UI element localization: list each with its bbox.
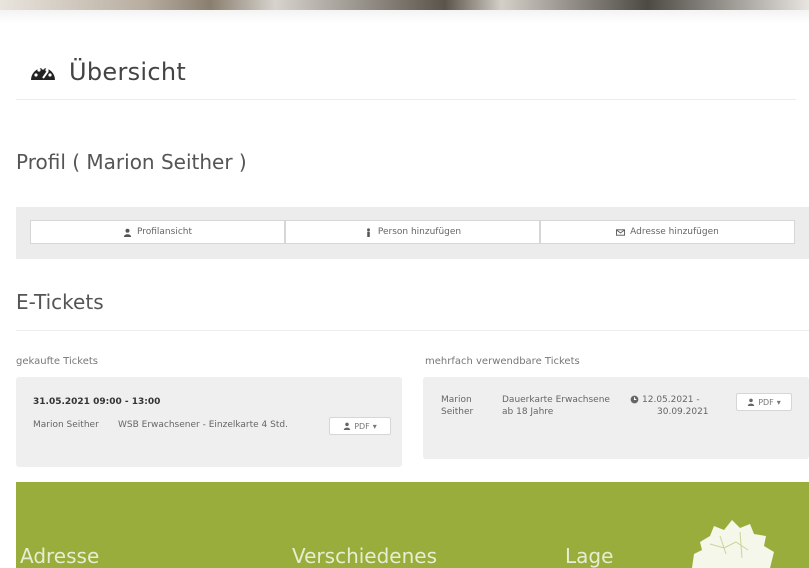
bought-tickets-title: gekaufte Tickets [16, 356, 98, 367]
clock-icon [630, 395, 639, 404]
add-address-button[interactable]: Adresse hinzufügen [540, 220, 795, 244]
user-icon [747, 398, 755, 406]
add-person-button[interactable]: Person hinzufügen [285, 220, 540, 244]
etickets-heading: E-Tickets [16, 290, 104, 314]
footer-misc-heading: Verschiedenes [292, 544, 438, 568]
address-card-icon [616, 228, 626, 236]
ticket-date: 31.05.2021 09:00 - 13:00 [33, 397, 161, 407]
page-heading: Übersicht [69, 58, 187, 86]
divider [16, 99, 796, 100]
bought-pdf-button[interactable]: PDF ▾ [329, 417, 391, 435]
reusable-holder-last: Seither [441, 407, 474, 417]
reusable-pdf-button[interactable]: PDF ▾ [736, 393, 792, 411]
footer-location-heading: Lage [565, 544, 614, 568]
ticket-holder: Marion Seither [33, 420, 99, 430]
pdf-label: PDF [758, 397, 774, 407]
header-shadow [0, 10, 809, 24]
user-icon [343, 422, 351, 430]
person-icon [366, 227, 370, 237]
reusable-tickets-title: mehrfach verwendbare Tickets [425, 356, 580, 367]
reusable-range-end: 30.09.2021 [657, 407, 709, 417]
location-map-icon [692, 520, 774, 568]
reusable-range-start: 12.05.2021 - [642, 395, 700, 405]
profile-view-label: Profilansicht [136, 227, 193, 237]
divider [16, 330, 809, 331]
reusable-product-line2: ab 18 Jahre [502, 407, 554, 417]
page-title: Übersicht [29, 58, 186, 86]
ticket-product: WSB Erwachsener - Einzelkarte 4 Std. [118, 420, 288, 430]
user-icon [123, 228, 132, 237]
dashboard-icon [31, 66, 55, 80]
reusable-product-line1: Dauerkarte Erwachsene [502, 395, 610, 405]
reusable-holder-first: Marion [441, 395, 472, 405]
profile-heading: Profil ( Marion Seither ) [16, 150, 247, 174]
add-person-label: Person hinzufügen [377, 227, 462, 237]
header-image-strip [0, 0, 809, 10]
add-address-label: Adresse hinzufügen [630, 227, 719, 237]
pdf-label: PDF [354, 421, 370, 431]
reusable-tickets-panel [423, 377, 809, 459]
footer-address-heading: Adresse [20, 544, 100, 568]
chevron-down-icon: ▾ [776, 397, 781, 407]
chevron-down-icon: ▾ [372, 421, 377, 431]
profile-view-button[interactable]: Profilansicht [30, 220, 285, 244]
